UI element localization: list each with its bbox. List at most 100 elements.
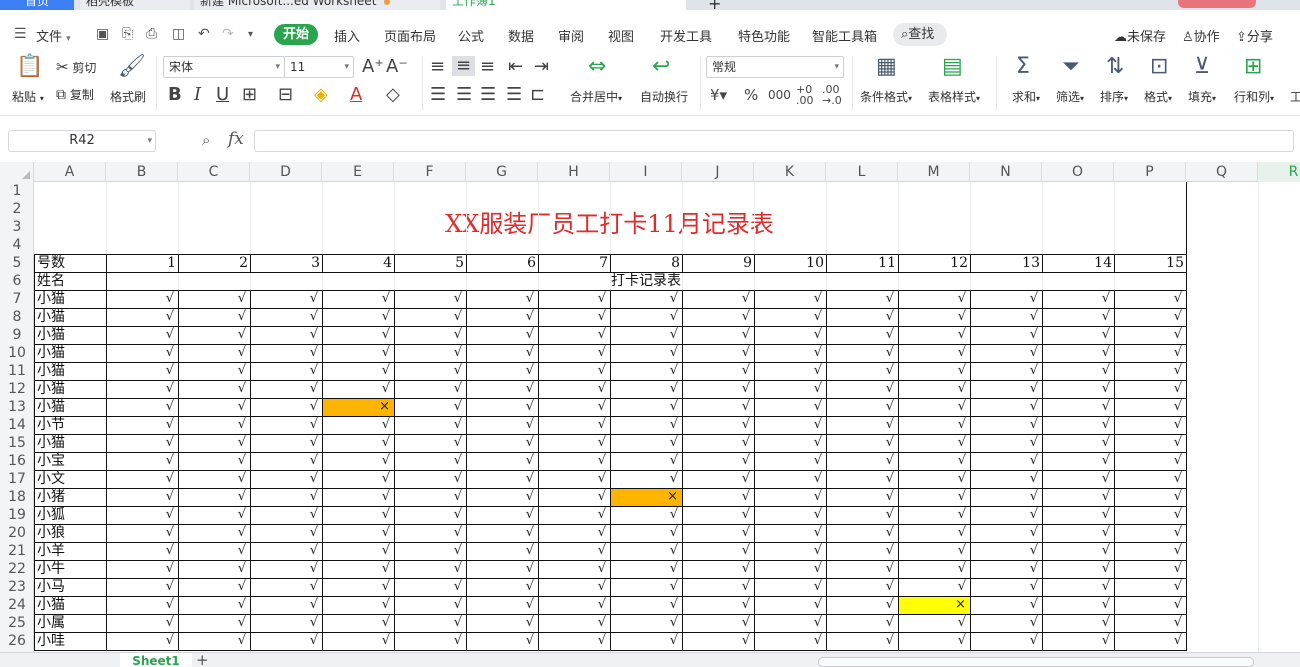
menu-insert[interactable]: 插入 (334, 26, 360, 45)
align-left-icon[interactable]: ☰ (430, 86, 446, 104)
row-header[interactable]: 25 (0, 614, 34, 632)
tab-workbook-other[interactable]: 新建 Microsoft...ed Worksheet (194, 0, 440, 10)
share-button[interactable]: ⇪分享 (1236, 26, 1273, 45)
row-header[interactable]: 12 (0, 380, 34, 398)
wrap-text-icon[interactable]: ↩ (652, 56, 670, 78)
align-bottom-icon[interactable]: ≡ (480, 58, 495, 76)
align-top-icon[interactable]: ≡ (430, 58, 445, 76)
column-header-p[interactable]: P (1114, 162, 1186, 182)
row-header[interactable]: 24 (0, 596, 34, 614)
row-header[interactable]: 9 (0, 326, 34, 344)
hamburger-icon[interactable]: ☰ (14, 26, 27, 42)
fill-color-icon[interactable]: ◈ (314, 86, 328, 104)
format-painter-icon[interactable]: 🖌 (118, 56, 146, 78)
fill-button[interactable]: 填充▾ (1188, 88, 1216, 105)
align-right-icon[interactable]: ☰ (480, 86, 496, 104)
column-header-h[interactable]: H (538, 162, 610, 182)
function-icon[interactable]: fx (228, 129, 244, 149)
column-header-j[interactable]: J (682, 162, 754, 182)
row-header[interactable]: 21 (0, 542, 34, 560)
row-header[interactable]: 11 (0, 362, 34, 380)
print-preview-icon[interactable]: ◫ (172, 26, 185, 42)
sheet-cells[interactable]: XX服装厂员工打卡11月记录表 号数 姓名 打卡记录表 1 2 3 4 5 6 7 8 9 10 11 12… (34, 182, 1300, 652)
rows-cols-button[interactable]: 行和列▾ (1234, 88, 1274, 105)
row-header[interactable]: 19 (0, 506, 34, 524)
copy-button[interactable]: ⧉ 复制 (56, 86, 94, 103)
collaborate-button[interactable]: ♙协作 (1182, 26, 1220, 45)
font-name-select[interactable]: 宋体 ▾ (163, 56, 285, 78)
tab-templates[interactable]: 稻壳模板 (80, 0, 190, 10)
row-header[interactable]: 7 (0, 290, 34, 308)
number-format-select[interactable]: 常规 ▾ (706, 56, 844, 78)
row-header[interactable]: 13 (0, 398, 34, 416)
cell-style-icon[interactable]: ⊟ (278, 86, 293, 104)
italic-icon[interactable]: I (194, 86, 201, 104)
table-style-button[interactable]: 表格样式▾ (928, 88, 980, 105)
wrap-text-button[interactable]: 自动换行 (640, 88, 688, 105)
menu-formulas[interactable]: 公式 (458, 26, 484, 45)
row-header[interactable]: 26 (0, 632, 34, 650)
format-icon[interactable]: ⊡ (1150, 56, 1168, 78)
row-header[interactable]: 6 (0, 272, 34, 290)
unsaved-status[interactable]: ☁未保存 (1114, 26, 1166, 45)
tab-workbook-active[interactable]: 工作簿1 (446, 0, 686, 10)
column-header-f[interactable]: F (394, 162, 466, 182)
row-header[interactable]: 18 (0, 488, 34, 506)
menu-developer[interactable]: 开发工具 (660, 26, 712, 45)
format-painter-button[interactable]: 格式刷 (110, 88, 146, 105)
menu-data[interactable]: 数据 (508, 26, 534, 45)
decrease-decimal-icon[interactable]: .00 →.0 (822, 84, 842, 106)
justify-icon[interactable]: ☰ (506, 86, 522, 104)
fill-icon[interactable]: ⊻ (1194, 56, 1210, 78)
export-icon[interactable]: ⎘ (122, 26, 133, 42)
search-button[interactable]: ⌕查找 (893, 23, 947, 46)
sheet-tab[interactable]: Sheet1 (120, 653, 192, 667)
menu-view[interactable]: 视图 (608, 26, 634, 45)
column-header-k[interactable]: K (754, 162, 826, 182)
increase-font-icon[interactable]: A⁺ (362, 58, 384, 76)
filter-button[interactable]: 筛选▾ (1056, 88, 1084, 105)
row-header[interactable]: 1 (0, 182, 34, 200)
filter-icon[interactable]: ⏷ (1062, 56, 1080, 78)
row-header[interactable]: 23 (0, 578, 34, 596)
row-header[interactable]: 4 (0, 236, 34, 254)
column-header-q[interactable]: Q (1186, 162, 1258, 182)
redo-icon[interactable]: ↷ (222, 26, 234, 42)
row-header[interactable]: 22 (0, 560, 34, 578)
row-header[interactable]: 8 (0, 308, 34, 326)
select-all-button[interactable] (0, 162, 34, 182)
align-middle-icon[interactable]: ≡ (452, 56, 476, 76)
column-header-g[interactable]: G (466, 162, 538, 182)
currency-icon[interactable]: ¥▾ (710, 86, 727, 104)
row-header[interactable]: 14 (0, 416, 34, 434)
zoom-search-icon[interactable]: ⌕ (202, 131, 210, 149)
add-tab-button[interactable]: + (708, 0, 721, 10)
sum-icon[interactable]: Σ (1016, 56, 1030, 78)
cut-button[interactable]: ✂ 剪切 (56, 58, 96, 76)
decrease-indent-icon[interactable]: ⇤ (508, 58, 523, 76)
column-header-r[interactable]: R (1258, 162, 1300, 182)
row-header[interactable]: 17 (0, 470, 34, 488)
conditional-format-icon[interactable]: ▦ (876, 56, 897, 78)
sort-icon[interactable]: ⇅ (1106, 56, 1124, 78)
borders-icon[interactable]: ⊞ (242, 86, 257, 104)
menu-home[interactable]: 开始 (274, 24, 318, 45)
worksheet-button[interactable]: 工 (1290, 88, 1300, 105)
column-header-m[interactable]: M (898, 162, 970, 182)
clear-format-icon[interactable]: ◇ (386, 86, 400, 104)
column-header-i[interactable]: I (610, 162, 682, 182)
menu-file[interactable]: 文件 ▾ (36, 26, 71, 45)
name-box[interactable]: R42 ▾ (8, 130, 156, 152)
paste-icon[interactable]: 📋 (16, 56, 43, 78)
menu-page-layout[interactable]: 页面布局 (384, 26, 436, 45)
column-header-c[interactable]: C (178, 162, 250, 182)
percent-icon[interactable]: % (744, 86, 758, 104)
tab-home[interactable]: 首页 (0, 0, 74, 10)
column-header-n[interactable]: N (970, 162, 1042, 182)
undo-icon[interactable]: ↶ (198, 26, 210, 42)
menu-smart-toolbox[interactable]: 智能工具箱 (812, 26, 877, 45)
row-header[interactable]: 3 (0, 218, 34, 236)
menu-special[interactable]: 特色功能 (738, 26, 790, 45)
font-color-icon[interactable]: A (350, 86, 362, 104)
conditional-format-button[interactable]: 条件格式▾ (860, 88, 912, 105)
